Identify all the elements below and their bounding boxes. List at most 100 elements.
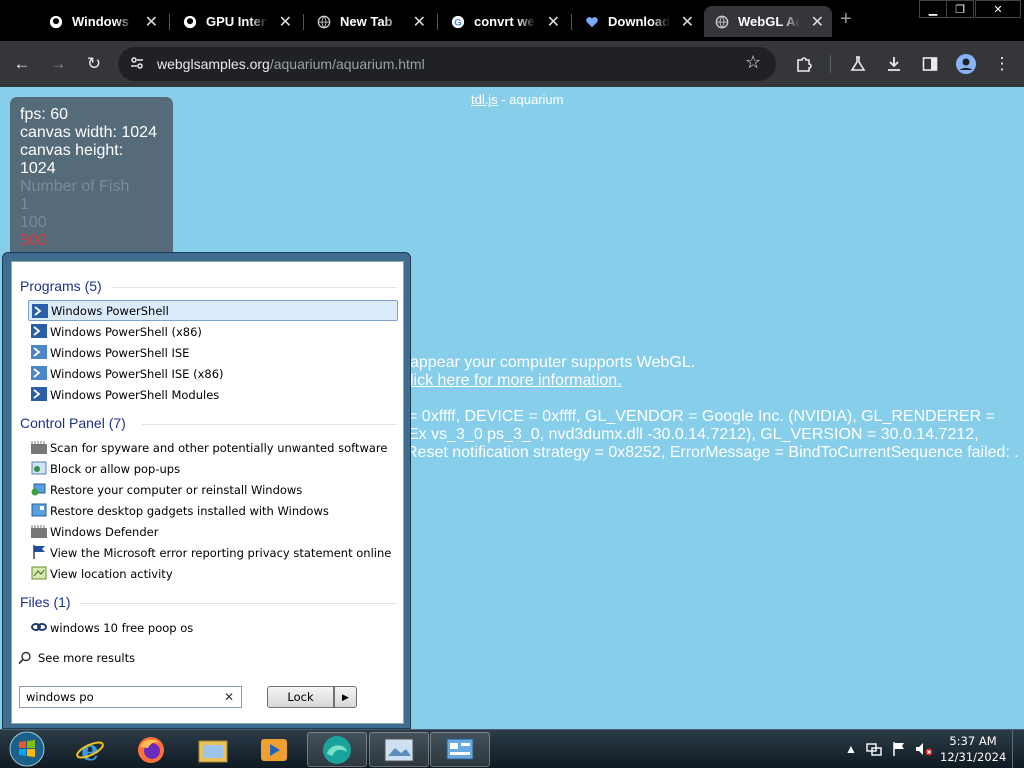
close-icon[interactable]: ✕ (547, 12, 560, 32)
result-powershell-modules[interactable]: Windows PowerShell Modules (28, 384, 398, 405)
clear-search-icon[interactable]: ✕ (224, 690, 234, 704)
avatar-icon (956, 54, 976, 74)
url-domain: webglsamples.org (157, 56, 270, 72)
taskbar: e ▲ 5:37 AM 12/31/2024 (0, 729, 1024, 768)
result-label: Windows PowerShell ISE (50, 345, 190, 360)
svg-text:G: G (454, 17, 461, 28)
close-icon[interactable]: ✕ (145, 12, 158, 32)
result-restore-gadgets[interactable]: Restore desktop gadgets installed with W… (28, 500, 398, 521)
firefox-icon (138, 736, 164, 763)
fish-option-selected[interactable]: 500 (20, 232, 163, 250)
more-vert-icon: ⋮ (993, 54, 1011, 73)
bookmark-star-icon[interactable]: ☆ (745, 52, 761, 73)
close-icon[interactable]: ✕ (279, 12, 292, 32)
fps-text: fps: 60 (20, 106, 69, 123)
minimize-button[interactable]: ▁ (919, 0, 947, 18)
clock-time: 5:37 AM (949, 734, 997, 748)
result-location-activity[interactable]: View location activity (28, 563, 398, 584)
labs-button[interactable] (846, 52, 870, 76)
tab-title: Windows 7 (72, 14, 134, 29)
result-label: Scan for spyware and other potentially u… (50, 440, 388, 455)
new-tab-button[interactable]: + (840, 8, 852, 31)
address-bar[interactable]: webglsamples.org/aquarium/aquarium.html … (118, 47, 776, 81)
system-clock[interactable]: 5:37 AM 12/31/2024 (940, 733, 1006, 765)
taskbar-firefox[interactable] (121, 732, 181, 767)
taskbar-internet-explorer[interactable]: e (60, 732, 120, 767)
control-panel-header: Control Panel (7) (20, 415, 126, 431)
files-header: Files (1) (20, 594, 71, 610)
taskbar-media-player[interactable] (244, 732, 304, 767)
result-powershell-ise-x86[interactable]: Windows PowerShell ISE (x86) (28, 363, 398, 384)
extensions-button[interactable] (792, 52, 816, 76)
result-label: View the Microsoft error reporting priva… (50, 545, 392, 560)
tab-webgl-aquarium[interactable]: WebGL Aq ✕ (704, 6, 832, 37)
fish-option[interactable]: 1 (20, 196, 163, 214)
show-desktop-button[interactable] (1012, 730, 1024, 768)
start-button[interactable] (5, 730, 49, 768)
url-text: webglsamples.org/aquarium/aquarium.html (157, 56, 425, 72)
taskbar-explorer[interactable] (183, 732, 243, 767)
see-more-results-link[interactable]: See more results (18, 651, 135, 665)
tdl-link[interactable]: tdl.js (471, 92, 498, 107)
tab-download[interactable]: Download ✕ (574, 6, 702, 37)
tab-new-tab[interactable]: New Tab ✕ (306, 6, 434, 37)
internet-explorer-icon: e (76, 735, 104, 765)
result-block-popups[interactable]: Block or allow pop-ups (28, 458, 398, 479)
result-powershell-ise[interactable]: Windows PowerShell ISE (28, 342, 398, 363)
close-icon[interactable]: ✕ (413, 12, 426, 32)
flask-icon (850, 56, 866, 71)
taskbar-control-panel[interactable] (430, 732, 490, 767)
result-windows-powershell-x86[interactable]: Windows PowerShell (x86) (28, 321, 398, 342)
site-info-icon[interactable] (129, 55, 145, 76)
side-panel-button[interactable] (918, 52, 942, 76)
result-error-reporting-privacy[interactable]: View the Microsoft error reporting priva… (28, 542, 398, 563)
result-windows-powershell[interactable]: Windows PowerShell (28, 300, 398, 321)
control-panel-icon (446, 738, 474, 759)
edge-icon (323, 735, 351, 764)
result-label: Restore your computer or reinstall Windo… (50, 482, 303, 497)
error-detail-line: = 0xffff, DEVICE = 0xffff, GL_VENDOR = G… (408, 408, 995, 425)
page-header-suffix: - aquarium (497, 92, 564, 107)
powershell-ise-icon (31, 366, 47, 380)
forward-button[interactable]: → (46, 52, 70, 76)
result-windows-defender[interactable]: Windows Defender (28, 521, 398, 542)
recovery-icon (31, 483, 46, 496)
network-icon[interactable] (866, 742, 882, 759)
action-center-icon[interactable] (891, 742, 907, 759)
restore-button[interactable]: ❐ (946, 0, 974, 18)
taskbar-window-app[interactable] (369, 732, 429, 767)
power-options-button[interactable]: ▶ (334, 686, 357, 708)
lock-button[interactable]: Lock (267, 686, 334, 708)
result-label: Restore desktop gadgets installed with W… (50, 503, 329, 518)
more-info-link[interactable]: lick here for more information. (410, 372, 622, 390)
reload-button[interactable]: ↻ (82, 52, 106, 76)
fish-option[interactable]: 100 (20, 214, 163, 232)
result-file[interactable]: windows 10 free poop os (28, 617, 398, 638)
tab-gpu-internals[interactable]: GPU Intern ✕ (172, 6, 300, 37)
flag-icon (33, 545, 45, 559)
powershell-ise-icon (31, 345, 47, 359)
downloads-button[interactable] (882, 52, 906, 76)
volume-muted-icon[interactable] (915, 742, 933, 759)
menu-button[interactable]: ⋮ (990, 52, 1014, 76)
browser-toolbar: ← → ↻ webglsamples.org/aquarium/aquarium… (0, 41, 1024, 87)
tab-title: convrt web (474, 14, 536, 29)
show-hidden-icons[interactable]: ▲ (845, 742, 857, 756)
result-scan-spyware[interactable]: Scan for spyware and other potentially u… (28, 437, 398, 458)
result-restore-computer[interactable]: Restore your computer or reinstall Windo… (28, 479, 398, 500)
location-icon (31, 566, 47, 580)
close-icon[interactable]: ✕ (681, 12, 694, 32)
tab-windows7[interactable]: Windows 7 ✕ (38, 6, 166, 37)
start-search-input[interactable] (19, 686, 242, 708)
heart-icon (584, 14, 600, 30)
back-button[interactable]: ← (10, 52, 34, 76)
close-window-button[interactable]: ✕ (975, 0, 1021, 18)
tab-convert-web[interactable]: G convrt web ✕ (440, 6, 568, 37)
media-player-icon (261, 738, 287, 761)
globe-icon (714, 14, 730, 30)
arrow-right-icon: → (49, 54, 67, 73)
side-panel-icon (922, 57, 938, 71)
taskbar-edge-app[interactable] (307, 732, 367, 767)
close-icon[interactable]: ✕ (811, 12, 824, 32)
profile-button[interactable] (954, 52, 978, 76)
